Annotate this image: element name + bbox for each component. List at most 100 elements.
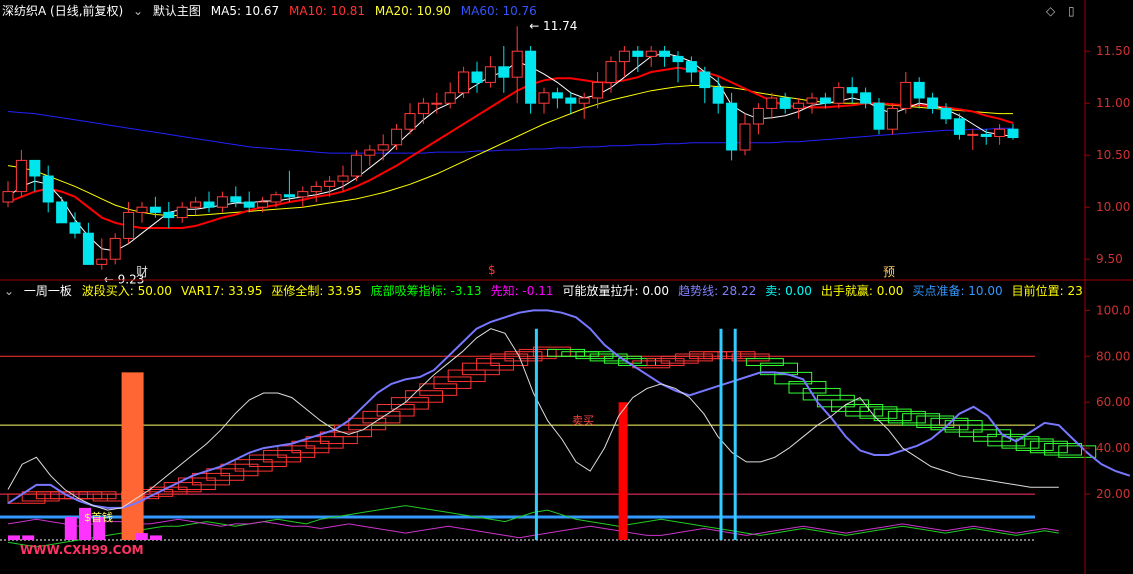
trend-line [7, 309, 1131, 509]
step-box [1044, 443, 1083, 456]
candle-body [565, 97, 577, 104]
template-chevron-icon[interactable]: ⌄ [133, 4, 143, 18]
signal-bar [8, 535, 20, 540]
indicator-value-3: 底部吸筹指标: -3.13 [370, 284, 482, 298]
candle-body [324, 180, 336, 187]
candle-body [15, 159, 27, 193]
candle-body [793, 102, 805, 109]
candle-body [551, 92, 563, 99]
candle-body [833, 87, 845, 104]
financial-report-mark[interactable]: 财 [136, 263, 148, 280]
candle-body [123, 211, 135, 239]
step-box [887, 410, 926, 424]
step-box [660, 355, 699, 364]
step-box [376, 404, 415, 417]
candle-body [444, 92, 456, 104]
candle-body [431, 102, 443, 105]
candle-body [953, 118, 965, 135]
indicator-chevron-icon[interactable]: ⌄ [4, 284, 14, 298]
candle-body [779, 97, 791, 109]
candle-body [337, 175, 349, 182]
signal-bar [135, 533, 148, 540]
bottom-signal-label: $首钱 [84, 511, 113, 524]
candle-body [806, 97, 818, 104]
template-label[interactable]: 默认主图 [153, 4, 201, 18]
candle-body [900, 81, 912, 109]
ma10-label: MA10: 10.81 [289, 4, 366, 18]
candle-body [149, 206, 161, 213]
candle-body [994, 128, 1006, 137]
step-box [78, 491, 117, 500]
step-box [745, 358, 784, 366]
candle-body [163, 211, 175, 219]
indicator-header: ⌄ 一周一板 波段买入: 50.00 VAR17: 33.95 巫修全制: 33.9… [4, 281, 1084, 301]
stock-label[interactable]: 深纺织A (日线,前复权) [2, 4, 123, 18]
candle-body [42, 175, 54, 203]
candle-body [819, 97, 831, 104]
price-tick-label: 9.50 [1096, 252, 1123, 266]
step-box [1015, 438, 1054, 451]
candle-body [471, 71, 483, 83]
step-box [476, 358, 515, 371]
candle-body [967, 133, 979, 136]
candle-body [699, 71, 711, 89]
candle-body [632, 50, 644, 57]
candle-body [538, 92, 550, 104]
step-box [220, 463, 259, 477]
candle-body [846, 87, 858, 94]
step-box [447, 369, 486, 383]
indicator-value-0: 波段买入: 50.00 [81, 284, 172, 298]
step-box [248, 454, 287, 468]
indicator-chart[interactable] [0, 309, 1131, 548]
high-price-label: ← 11.74 [529, 19, 577, 33]
indicator-value-8: 出手就赢: 0.00 [820, 284, 904, 298]
candle-body [377, 144, 389, 151]
indicator-tick-label: 40.00 [1096, 441, 1130, 455]
candle-body [525, 50, 537, 104]
diamond-icon[interactable]: ◇ [1046, 4, 1055, 18]
step-box [305, 436, 344, 449]
candle-body [726, 102, 738, 151]
indicator-name[interactable]: 一周一板 [24, 284, 72, 298]
indicator-value-10: 目前位置: 23.03 [1011, 284, 1084, 298]
candle-body [739, 123, 751, 151]
step-box [859, 406, 898, 419]
candle-body [685, 61, 697, 73]
candle-body [417, 102, 429, 115]
step-box [731, 353, 770, 362]
signal-bar [150, 535, 162, 540]
step-box [362, 410, 401, 424]
step-box [816, 394, 855, 408]
candle-body [391, 128, 403, 146]
forecast-mark[interactable]: 预 [883, 263, 895, 280]
main-price-chart[interactable]: ← 11.74← 9.23 [2, 19, 1019, 287]
signal-bar [64, 517, 77, 540]
candle-body [350, 154, 362, 177]
scroll-icon[interactable]: ▯ [1068, 4, 1075, 18]
watermark: WWW.CXH99.COM [20, 543, 144, 557]
candle-body [980, 133, 992, 137]
indicator-value-9: 买点准备: 10.00 [912, 284, 1003, 298]
candle-body [56, 201, 68, 224]
bottom-green-wave [7, 505, 1059, 548]
candle-body [913, 81, 925, 99]
signal-bar [618, 402, 628, 540]
candle-body [96, 258, 108, 265]
candle-body [69, 222, 81, 234]
indicator-value-7: 卖: 0.00 [765, 284, 812, 298]
step-box [632, 360, 671, 369]
price-tick-label: 11.50 [1096, 44, 1130, 58]
signal-bar [121, 372, 144, 540]
bottom-magenta-wave [7, 518, 1059, 539]
indicator-value-1: VAR17: 33.95 [180, 284, 263, 298]
candle-body [592, 81, 604, 99]
candle-body [230, 196, 242, 203]
ma20-label: MA20: 10.90 [374, 4, 451, 18]
candle-body [404, 113, 416, 130]
step-box [263, 449, 302, 463]
candle-body [2, 191, 14, 203]
dividend-mark[interactable]: $ [488, 263, 496, 277]
candle-body [766, 97, 778, 109]
candle-body [498, 66, 510, 78]
ma60-label: MA60: 10.76 [460, 4, 537, 18]
